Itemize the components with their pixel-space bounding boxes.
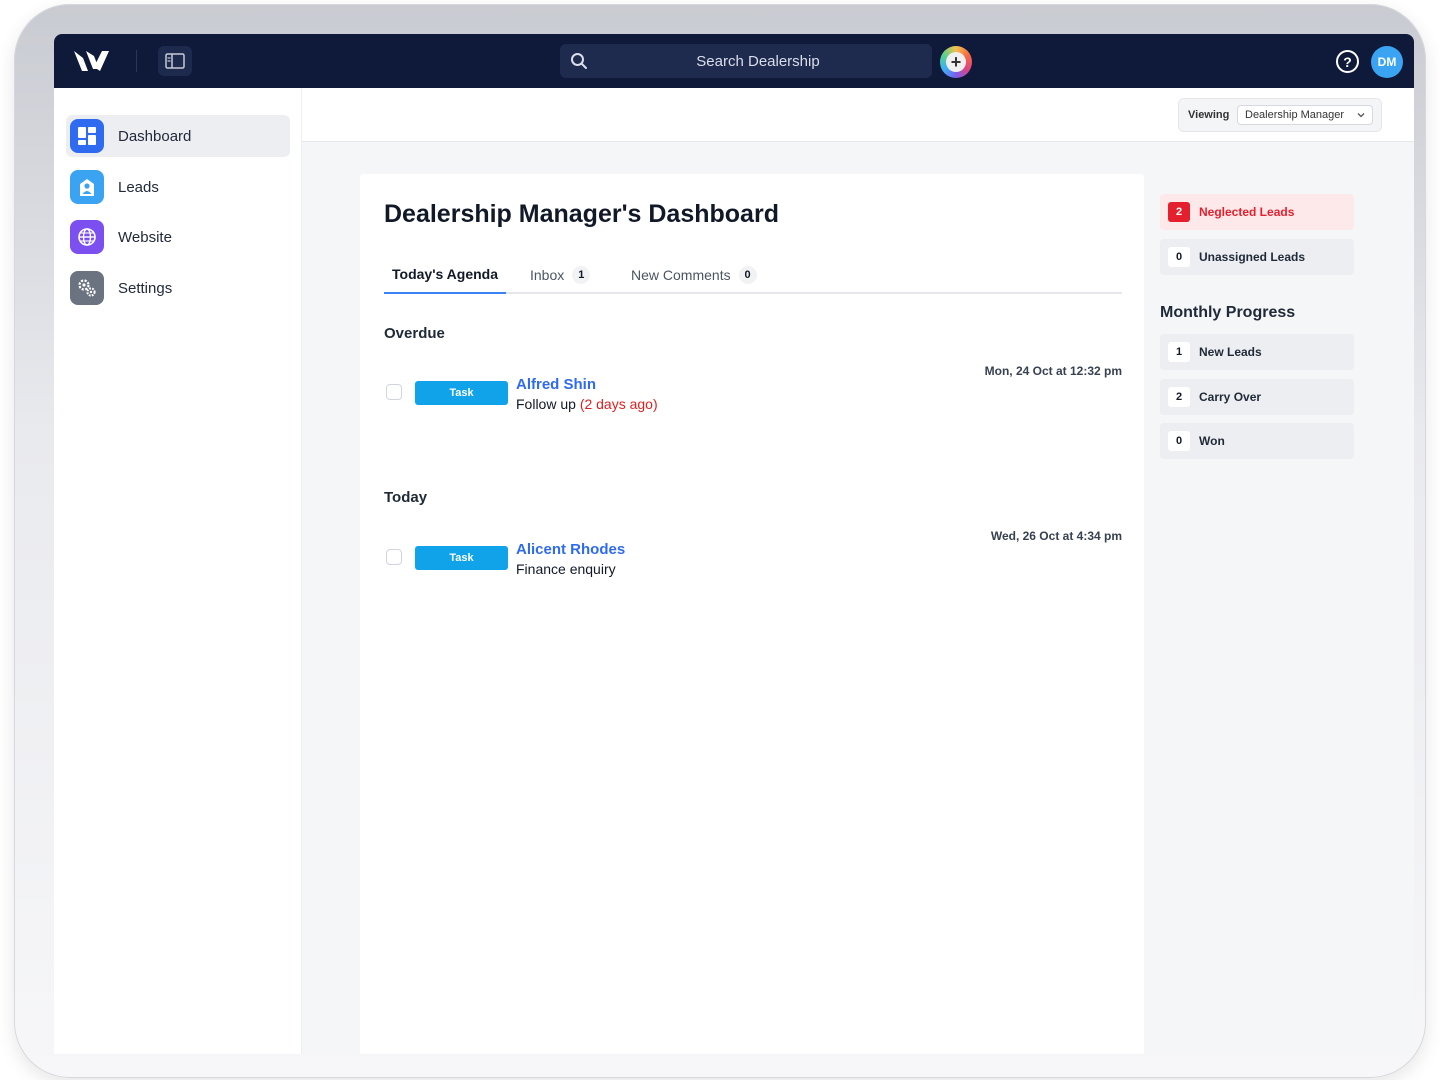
- task-checkbox[interactable]: [386, 549, 402, 565]
- topbar-divider: [136, 50, 137, 72]
- stat-label: Neglected Leads: [1199, 205, 1295, 219]
- section-title-today: Today: [384, 489, 428, 506]
- sidebar-item-dashboard[interactable]: Dashboard: [66, 115, 290, 157]
- task-due-date: Wed, 26 Oct at 4:34 pm: [990, 529, 1122, 543]
- tab-inbox[interactable]: Inbox 1: [530, 256, 591, 294]
- plus-icon: +: [946, 52, 966, 72]
- unassigned-leads-stat[interactable]: 0 Unassigned Leads: [1160, 239, 1354, 275]
- page-title: Dealership Manager's Dashboard: [384, 200, 779, 228]
- sidebar-panel-icon: [165, 53, 185, 69]
- task-description-text: Finance enquiry: [516, 561, 616, 577]
- brand-logo-icon[interactable]: [72, 47, 112, 75]
- carry-over-stat[interactable]: 2 Carry Over: [1160, 379, 1354, 415]
- sidebar-item-label: Settings: [118, 279, 173, 297]
- globe-icon: [70, 220, 104, 254]
- search-input[interactable]: [560, 44, 932, 78]
- stat-count: 0: [1168, 247, 1190, 267]
- chevron-down-icon: [1357, 113, 1365, 118]
- task-row: Task Alicent Rhodes Finance enquiry Wed,…: [384, 529, 1122, 589]
- leads-icon: [70, 170, 104, 204]
- task-description-text: Follow up: [516, 396, 576, 412]
- top-bar: + ? DM: [54, 34, 1414, 88]
- user-avatar[interactable]: DM: [1371, 46, 1403, 78]
- sidebar-item-website[interactable]: Website: [66, 216, 290, 258]
- task-description: Follow up (2 days ago): [516, 396, 658, 412]
- tab-label: Today's Agenda: [392, 266, 499, 282]
- toggle-sidebar-button[interactable]: [158, 46, 192, 76]
- stat-count: 2: [1168, 387, 1190, 407]
- sidebar-item-settings[interactable]: Settings: [66, 267, 290, 309]
- sidebar-item-label: Leads: [118, 178, 159, 196]
- stat-label: Won: [1199, 434, 1225, 448]
- search-bar[interactable]: [560, 44, 932, 78]
- new-leads-stat[interactable]: 1 New Leads: [1160, 334, 1354, 370]
- quick-add-button[interactable]: +: [940, 46, 972, 78]
- tab-count-badge: 1: [572, 266, 591, 284]
- dashboard-icon: [70, 119, 104, 153]
- device-frame: + ? DM Dashboard: [14, 4, 1426, 1078]
- task-description: Finance enquiry: [516, 561, 616, 577]
- task-overdue-indicator: (2 days ago): [579, 396, 658, 412]
- won-stat[interactable]: 0 Won: [1160, 423, 1354, 459]
- stat-label: New Leads: [1199, 345, 1262, 359]
- task-contact-link[interactable]: Alicent Rhodes: [516, 541, 625, 558]
- neglected-leads-stat[interactable]: 2 Neglected Leads: [1160, 194, 1354, 230]
- viewing-label: Viewing: [1188, 109, 1230, 121]
- sidebar-item-label: Dashboard: [118, 127, 192, 145]
- stat-count: 0: [1168, 431, 1190, 451]
- dashboard-tabs: Today's Agenda Inbox 1 New Comments 0: [384, 256, 1122, 294]
- task-row: Task Alfred Shin Follow up (2 days ago) …: [384, 364, 1122, 424]
- tab-new-comments[interactable]: New Comments 0: [631, 256, 757, 294]
- task-contact-link[interactable]: Alfred Shin: [516, 376, 596, 393]
- stat-count: 1: [1168, 342, 1190, 362]
- task-due-date: Mon, 24 Oct at 12:32 pm: [984, 364, 1122, 378]
- search-icon: [571, 53, 587, 69]
- viewing-role-value: Dealership Manager: [1245, 109, 1345, 121]
- stat-label: Unassigned Leads: [1199, 250, 1306, 264]
- tab-count-badge: 0: [738, 266, 757, 284]
- dashboard-card: Dealership Manager's Dashboard Today's A…: [360, 174, 1144, 1054]
- task-type-badge: Task: [415, 546, 508, 570]
- stat-count: 2: [1168, 202, 1190, 222]
- task-type-badge: Task: [415, 381, 508, 405]
- app-screen: + ? DM Dashboard: [54, 34, 1414, 1054]
- viewing-role-select[interactable]: Dealership Manager: [1237, 105, 1373, 125]
- sidebar-item-label: Website: [118, 228, 172, 246]
- tab-label: New Comments: [631, 267, 731, 283]
- stat-label: Carry Over: [1199, 390, 1262, 404]
- monthly-progress-title: Monthly Progress: [1160, 304, 1296, 321]
- viewing-selector: Viewing Dealership Manager: [1178, 98, 1382, 132]
- section-title-overdue: Overdue: [384, 325, 445, 342]
- tab-todays-agenda[interactable]: Today's Agenda: [384, 256, 507, 294]
- sidebar: Dashboard Leads Website Settings: [54, 88, 302, 1054]
- gear-icon: [70, 271, 104, 305]
- help-icon[interactable]: ?: [1336, 50, 1359, 73]
- tab-label: Inbox: [530, 267, 565, 283]
- sub-header: Viewing Dealership Manager: [302, 88, 1414, 142]
- sidebar-item-leads[interactable]: Leads: [66, 166, 290, 208]
- task-checkbox[interactable]: [386, 384, 402, 400]
